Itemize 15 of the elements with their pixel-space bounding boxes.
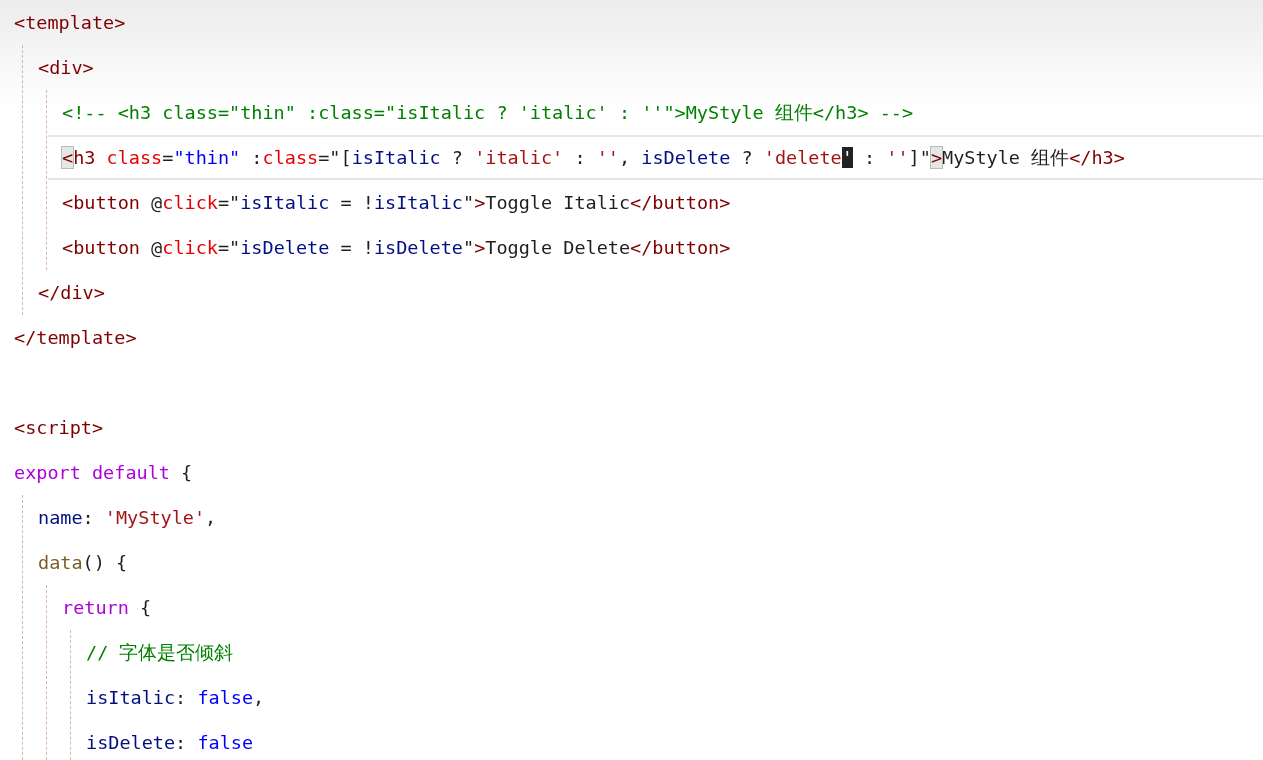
code-line: export default { [14,461,193,485]
code-line: <div> [38,56,94,80]
code-line: data() { [38,551,128,575]
code-line: return { [62,596,152,620]
code-line: // 字体是否倾斜 [86,641,234,665]
code-line: <template> [14,11,126,35]
code-line: isDelete: false [86,731,254,755]
code-line: <!-- <h3 class="thin" :class="isItalic ? 'italic' : ''">MyStyle 组件</h3> --> [62,101,914,125]
code-line: name: 'MyStyle', [38,506,217,530]
code-line: <button @click="isDelete = !isDelete">Toggle Delete</button> [62,236,731,260]
code-line: isItalic: false, [86,686,265,710]
code-line: </template> [14,326,137,350]
code-line: <script> [14,416,104,440]
code-line: </div> [38,281,105,305]
code-line: <button @click="isItalic = !isItalic">Toggle Italic</button> [62,191,731,215]
